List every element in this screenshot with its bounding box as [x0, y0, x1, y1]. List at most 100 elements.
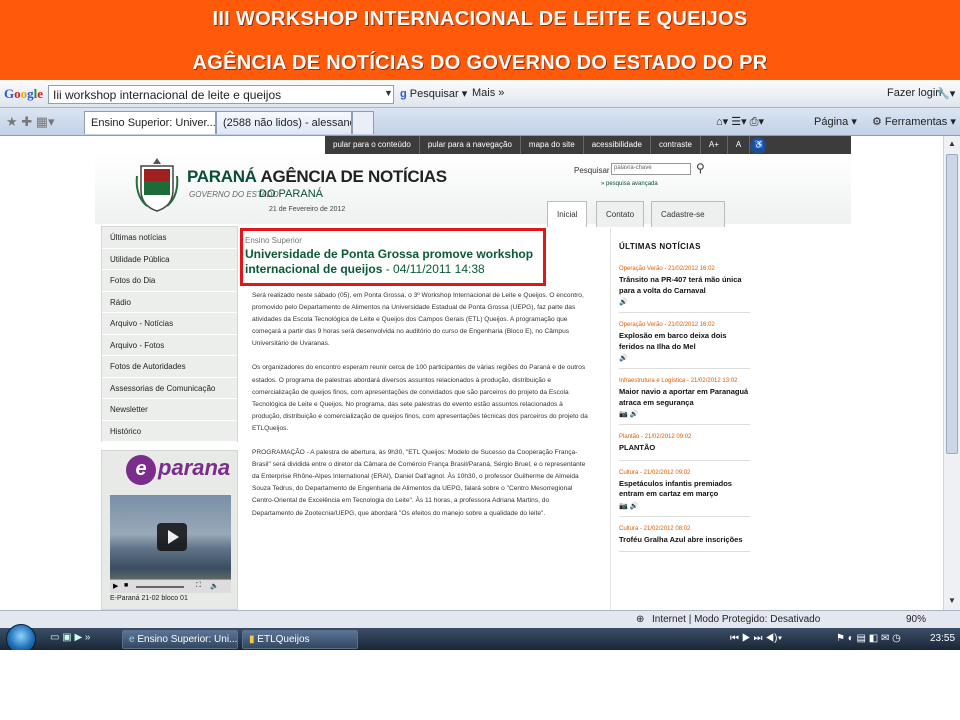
scroll-up-icon[interactable]: ▲: [948, 139, 956, 148]
accessibility-icon[interactable]: ♿: [750, 137, 767, 155]
taskbar-item-label: ETLQueijos: [257, 634, 310, 645]
news-item[interactable]: Infraestrutura e Logística - 21/02/2012 …: [619, 377, 750, 425]
tab-inicial[interactable]: Inicial: [547, 201, 588, 227]
page-menu[interactable]: Página ▾: [814, 115, 857, 128]
page-menu-label: Página: [814, 116, 849, 128]
camera-icon[interactable]: 📷 🔊: [619, 502, 750, 510]
news-meta: Cultura - 21/02/2012 08:02: [619, 525, 691, 532]
sidebar-item-fotos-do-dia[interactable]: Fotos do Dia: [102, 270, 237, 292]
topnav-sitemap[interactable]: mapa do site: [521, 136, 584, 154]
clock[interactable]: 23:55: [930, 633, 955, 644]
zoom-level[interactable]: 90%: [906, 614, 926, 625]
favorites-star-icon[interactable]: ★ ✚ ▦▾: [6, 114, 55, 130]
quicklaunch-icons[interactable]: ▭ ▣ ▶ »: [50, 632, 90, 643]
taskbar-item-folder[interactable]: ▮ ETLQueijos: [242, 630, 358, 649]
tools-menu[interactable]: ⚙ Ferramentas ▾: [872, 115, 956, 128]
video-progress[interactable]: [136, 586, 184, 588]
topnav-skip-content[interactable]: pular para o conteúdo: [325, 136, 420, 154]
fullscreen-icon[interactable]: ⛶: [196, 582, 201, 590]
google-search-input[interactable]: Iii workshop internacional de leite e qu…: [48, 85, 394, 104]
camera-icon[interactable]: 📷 🔊: [619, 410, 750, 418]
start-button[interactable]: [6, 624, 36, 650]
sidebar-item-historico[interactable]: Histórico: [102, 421, 237, 442]
brand-agencia: AGÊNCIA DE NOTÍCIAS: [260, 167, 447, 186]
more-button[interactable]: Mais »: [472, 87, 504, 99]
sidebar-item-newsletter[interactable]: Newsletter: [102, 399, 237, 421]
browser-screenshot: Google Iii workshop internacional de lei…: [0, 80, 960, 650]
google-search-button[interactable]: g Pesquisar ▾: [400, 87, 467, 100]
news-headline[interactable]: Trânsito na PR-407 terá mão única para a…: [619, 275, 750, 296]
globe-icon: ⊕: [636, 614, 645, 625]
video-player[interactable]: ▶ ■ ⛶ 🔈: [110, 495, 231, 593]
site-brand[interactable]: PARANÁ AGÊNCIA DE NOTÍCIAS: [187, 167, 447, 187]
wrench-icon[interactable]: 🔧▾: [936, 87, 955, 100]
sidebar-item-assessorias[interactable]: Assessorias de Comunicação: [102, 378, 237, 399]
sidebar-item-arquivo-fotos[interactable]: Arquivo - Fotos: [102, 335, 237, 356]
google-logo[interactable]: Google: [4, 86, 43, 102]
news-item[interactable]: Cultura - 21/02/2012 08:02 Troféu Gralha …: [619, 525, 750, 552]
news-item[interactable]: Cultura - 21/02/2012 09:02 Espetáculos in…: [619, 469, 750, 517]
new-tab-button[interactable]: [352, 111, 374, 134]
news-headline[interactable]: Maior navio a aportar em Paranaguá atrac…: [619, 387, 750, 408]
article-paragraph: PROGRAMAÇÃO - A palestra de abertura, às…: [252, 449, 586, 517]
ie-icon: e: [129, 634, 135, 645]
sidebar-item-utilidade-publica[interactable]: Utilidade Pública: [102, 249, 237, 270]
parana-crest-icon: [135, 158, 179, 212]
news-item[interactable]: Operação Verão - 21/02/2012 16:02 Trânsit…: [619, 265, 750, 313]
topnav-skip-nav[interactable]: pular para a navegação: [420, 136, 521, 154]
play-icon[interactable]: [157, 523, 187, 551]
title-banner: III WORKSHOP INTERNACIONAL DE LEITE E QU…: [0, 0, 960, 80]
google-toolbar: Google Iii workshop internacional de lei…: [0, 80, 960, 108]
site-date: 21 de Fevereiro de 2012: [269, 206, 346, 213]
news-headline[interactable]: Troféu Gralha Azul abre inscrições: [619, 535, 750, 546]
sidebar-item-arquivo-noticias[interactable]: Arquivo - Notícias: [102, 313, 237, 335]
news-headline[interactable]: Explosão em barco deixa dois feridos na …: [619, 331, 750, 352]
scrollbar-thumb[interactable]: [946, 154, 958, 454]
chevron-down-icon[interactable]: ▼: [384, 88, 393, 98]
sidebar-item-fotos-autoridades[interactable]: Fotos de Autoridades: [102, 356, 237, 378]
tab-ensino-superior[interactable]: Ensino Superior: Univer...×: [84, 111, 216, 134]
eparana-logo[interactable]: e parana: [126, 455, 230, 485]
scroll-down-icon[interactable]: ▼: [948, 596, 956, 605]
volume-icon[interactable]: 🔈: [210, 582, 219, 590]
topnav-contrast[interactable]: contraste: [651, 136, 701, 154]
brand-parana: PARANÁ: [187, 167, 257, 186]
system-tray-icons[interactable]: ⚑ ◐ ▤ ◧ ✉ ◷: [836, 633, 901, 644]
tab-cadastre-se[interactable]: Cadastre-se: [651, 201, 725, 227]
sidebar-item-ultimas-noticias[interactable]: Últimas notícias: [102, 227, 237, 249]
topnav-font-increase[interactable]: A+: [701, 136, 728, 154]
topnav-font-default[interactable]: A: [728, 136, 751, 154]
site-search-input[interactable]: palavra-chave: [611, 163, 691, 175]
news-item[interactable]: Plantão - 21/02/2012 09:02 PLANTÃO: [619, 433, 750, 461]
vertical-scrollbar[interactable]: ▲ ▼: [943, 136, 960, 610]
stop-icon[interactable]: ■: [124, 582, 128, 589]
eparana-box: e parana ▶ ■ ⛶ 🔈 E-Paraná 21-02 bloco 01: [101, 450, 238, 610]
home-icon[interactable]: ⌂▾ ☰▾ ⎙▾: [716, 115, 764, 129]
security-zone[interactable]: Internet | Modo Protegido: Desativado: [652, 614, 820, 625]
login-link[interactable]: Fazer login: [887, 87, 941, 99]
news-meta: Operação Verão - 21/02/2012 16:02: [619, 266, 715, 272]
media-controls-icon[interactable]: ⏮ ▶ ⏭ ◀)▾: [730, 633, 782, 644]
sidebar-item-radio[interactable]: Rádio: [102, 292, 237, 313]
tab-contato[interactable]: Contato: [596, 201, 645, 227]
topnav-accessibility[interactable]: acessibilidade: [584, 136, 651, 154]
news-headline[interactable]: Espetáculos infantis premiados entram em…: [619, 479, 750, 500]
search-icon[interactable]: ⚲: [696, 161, 705, 175]
banner-subtitle: AGÊNCIA DE NOTÍCIAS DO GOVERNO DO ESTADO…: [192, 52, 768, 74]
advanced-search-link[interactable]: » pesquisa avançada: [601, 181, 658, 187]
more-label: Mais: [472, 87, 496, 99]
search-label: Pesquisar: [574, 166, 610, 175]
audio-icon[interactable]: 🔊: [619, 354, 750, 362]
article-body: Será realizado neste sábado (05), em Pon…: [252, 290, 588, 532]
taskbar-item-ie[interactable]: e Ensino Superior: Uni...: [122, 630, 238, 649]
news-headline[interactable]: PLANTÃO: [619, 443, 750, 454]
site-header: PARANÁ AGÊNCIA DE NOTÍCIAS GOVERNO DO ES…: [95, 154, 851, 227]
status-bar: ⊕ Internet | Modo Protegido: Desativado …: [0, 610, 960, 628]
tab-email[interactable]: (2588 não lidos) - alessand...: [216, 111, 352, 134]
google-g-icon: g: [400, 88, 407, 100]
eparana-logo-text: parana: [158, 455, 231, 480]
play-small-icon[interactable]: ▶: [113, 582, 118, 590]
news-item[interactable]: Operação Verão - 21/02/2012 16:02 Explosã…: [619, 321, 750, 369]
audio-icon[interactable]: 🔊: [619, 298, 750, 306]
article-paragraph: Os organizadores do encontro esperam reu…: [252, 364, 588, 432]
